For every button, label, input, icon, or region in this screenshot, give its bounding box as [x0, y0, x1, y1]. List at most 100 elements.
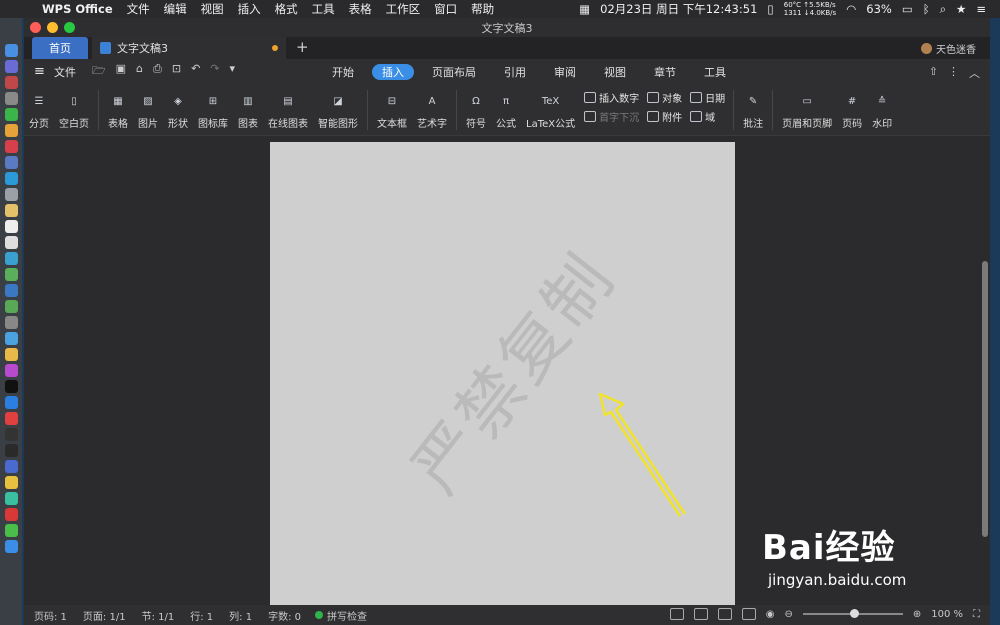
menu-tools[interactable]: 工具	[312, 1, 335, 17]
chart-button[interactable]: ▥ 图表	[233, 90, 263, 131]
status-word-count[interactable]: 字数: 0	[268, 608, 301, 623]
spell-check-toggle[interactable]: 拼写检查	[315, 608, 367, 623]
app-icon[interactable]	[4, 460, 18, 473]
format-painter-icon[interactable]: ⌂	[136, 62, 143, 81]
fullscreen-icon[interactable]: ⛶	[973, 609, 980, 620]
star-icon[interactable]: ★	[956, 2, 966, 16]
app-icon[interactable]	[4, 524, 18, 537]
app-icon[interactable]	[4, 316, 18, 329]
header-footer-button[interactable]: ▭ 页眉和页脚	[777, 90, 837, 131]
picture-button[interactable]: ▨ 图片	[133, 90, 163, 131]
tab-tools[interactable]: 工具	[690, 64, 740, 80]
focus-mode-icon[interactable]	[669, 608, 684, 620]
more-options-icon[interactable]: ⋮	[948, 65, 959, 81]
bluetooth-icon[interactable]: ᛒ	[923, 2, 930, 16]
status-page-number[interactable]: 页码: 1	[34, 608, 67, 623]
app-icon[interactable]	[4, 508, 18, 521]
save-icon[interactable]: ▣	[116, 62, 126, 81]
print-icon[interactable]: ⎙	[153, 62, 162, 81]
battery-percent[interactable]: 63%	[866, 2, 892, 16]
document-page[interactable]: 严禁复制	[270, 142, 735, 605]
new-tab-button[interactable]: +	[296, 38, 309, 56]
app-icon[interactable]	[4, 396, 18, 409]
app-icon[interactable]	[4, 204, 18, 217]
textbox-button[interactable]: ⊟ 文本框	[372, 90, 412, 131]
menu-list-icon[interactable]: ≡	[976, 2, 986, 16]
calendar-app-icon[interactable]	[4, 220, 18, 233]
status-pages[interactable]: 页面: 1/1	[83, 608, 126, 623]
app-icon[interactable]	[4, 444, 18, 457]
shape-button[interactable]: ◈ 形状	[163, 90, 193, 131]
app-name-menu[interactable]: WPS Office	[42, 2, 113, 16]
finder-icon[interactable]	[4, 44, 18, 57]
formula-button[interactable]: π 公式	[491, 90, 521, 131]
tab-view[interactable]: 视图	[590, 64, 640, 80]
menu-edit[interactable]: 编辑	[164, 1, 187, 17]
online-chart-button[interactable]: ▤ 在线图表	[263, 90, 313, 131]
tab-start[interactable]: 开始	[318, 64, 368, 80]
file-menu[interactable]: 文件	[54, 64, 76, 80]
chrome-icon[interactable]	[4, 124, 18, 137]
share-icon[interactable]: ⇧	[929, 65, 938, 81]
web-view-icon[interactable]	[741, 608, 756, 620]
menu-window[interactable]: 窗口	[434, 1, 457, 17]
app-icon[interactable]	[4, 380, 18, 393]
zoom-level[interactable]: 100 %	[931, 609, 963, 620]
tab-references[interactable]: 引用	[490, 64, 540, 80]
app-icon[interactable]	[4, 300, 18, 313]
outline-view-icon[interactable]	[717, 608, 732, 620]
menu-insert[interactable]: 插入	[238, 1, 261, 17]
eye-protection-icon[interactable]: ◉	[766, 609, 775, 620]
smart-shape-button[interactable]: ◪ 智能图形	[313, 90, 363, 131]
page-number-button[interactable]: # 页码	[837, 90, 867, 131]
app-icon[interactable]	[4, 284, 18, 297]
tab-home[interactable]: 首页	[32, 37, 88, 59]
zoom-slider-knob[interactable]	[849, 609, 859, 618]
tab-chapter[interactable]: 章节	[640, 64, 690, 80]
wifi-icon[interactable]: ◠	[846, 2, 856, 16]
page-break-button[interactable]: ☰ 分页	[24, 90, 54, 131]
status-column[interactable]: 列: 1	[229, 608, 252, 623]
maximize-window-button[interactable]	[64, 22, 75, 33]
menu-file[interactable]: 文件	[127, 1, 150, 17]
undo-icon[interactable]: ↶	[191, 62, 200, 81]
app-icon[interactable]	[4, 348, 18, 361]
messages-icon[interactable]	[4, 108, 18, 121]
clock-datetime[interactable]: 02月23日 周日 下午12:43:51	[600, 1, 757, 17]
menu-table[interactable]: 表格	[349, 1, 372, 17]
menu-workspace[interactable]: 工作区	[386, 1, 421, 17]
app-icon[interactable]	[4, 156, 18, 169]
app-icon[interactable]	[4, 188, 18, 201]
app-icon[interactable]	[4, 492, 18, 505]
app-icon[interactable]	[4, 172, 18, 185]
field-button[interactable]: 域	[690, 109, 725, 124]
table-button[interactable]: ▦ 表格	[103, 90, 133, 131]
calendar-icon[interactable]: ▦	[579, 2, 590, 16]
app-icon[interactable]	[4, 364, 18, 377]
app-icon[interactable]	[4, 252, 18, 265]
insert-number-button[interactable]: 插入数字	[584, 90, 639, 105]
app-icon[interactable]	[4, 476, 18, 489]
drop-cap-button[interactable]: 首字下沉	[584, 109, 639, 124]
customize-dropdown-icon[interactable]: ▾	[230, 62, 236, 81]
print-preview-icon[interactable]: ⊡	[172, 62, 181, 81]
menu-view[interactable]: 视图	[201, 1, 224, 17]
siri-icon[interactable]	[4, 60, 18, 73]
app-icon[interactable]	[4, 236, 18, 249]
scrollbar-thumb[interactable]	[982, 261, 988, 537]
user-account[interactable]: 天色迷香	[921, 41, 976, 56]
system-monitor[interactable]: 60°C ↑5.5KB/s 1311 ↓4.0KB/s	[784, 1, 836, 17]
close-window-button[interactable]	[30, 22, 41, 33]
icon-library-button[interactable]: ⊞ 图标库	[193, 90, 233, 131]
app-icon[interactable]	[4, 412, 18, 425]
collapse-ribbon-icon[interactable]: ︿	[969, 65, 980, 81]
launchpad-icon[interactable]	[4, 76, 18, 89]
tab-document[interactable]: 文字文稿3	[92, 37, 286, 59]
status-line[interactable]: 行: 1	[190, 608, 213, 623]
menu-format[interactable]: 格式	[275, 1, 298, 17]
zoom-out-icon[interactable]: ⊖	[784, 609, 792, 620]
comment-button[interactable]: ✎ 批注	[738, 90, 768, 131]
date-button[interactable]: 日期	[690, 90, 725, 105]
status-section[interactable]: 节: 1/1	[142, 608, 175, 623]
latex-formula-button[interactable]: TeX LaTeX公式	[521, 90, 580, 131]
